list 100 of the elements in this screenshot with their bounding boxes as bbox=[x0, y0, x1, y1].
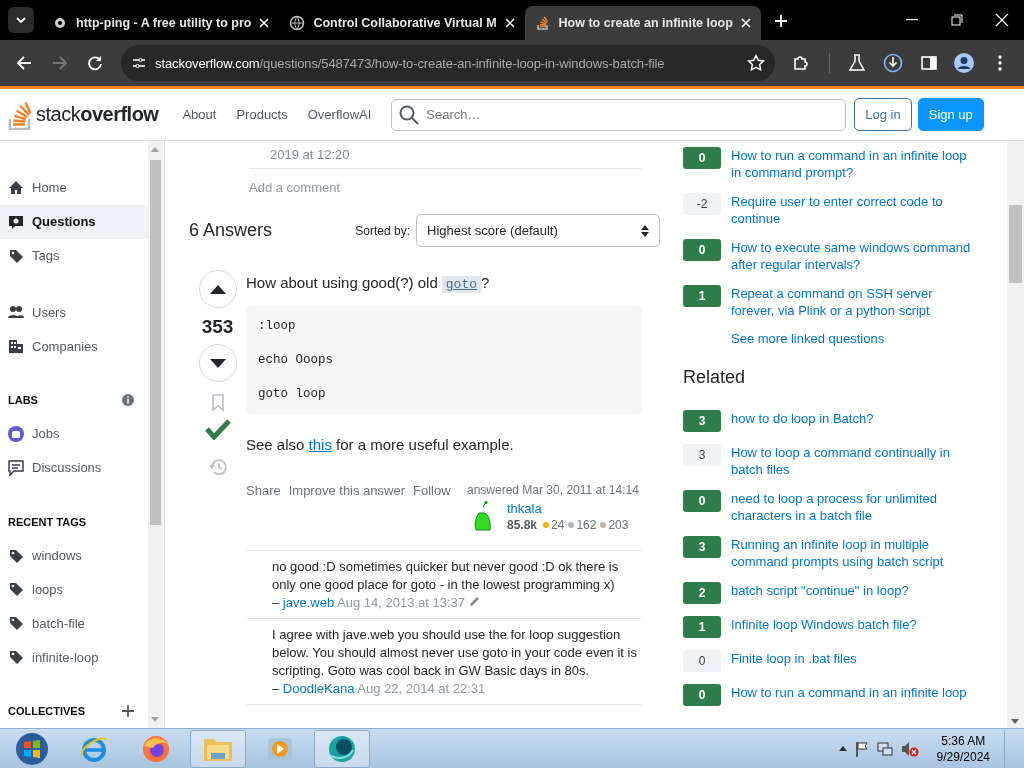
question-link[interactable]: need to loop a process for unlimited characters in a batch file bbox=[731, 490, 971, 524]
question-link[interactable]: Require user to enter correct code to continue bbox=[731, 193, 971, 227]
search-field[interactable]: Search… bbox=[391, 98, 847, 131]
minimize-icon bbox=[905, 19, 918, 21]
plus-icon[interactable] bbox=[122, 705, 134, 717]
show-hidden-icon[interactable] bbox=[838, 746, 847, 751]
question-link[interactable]: How to run a command in an infinite loop in command prompt? bbox=[731, 147, 971, 181]
sort-arrows-icon bbox=[641, 224, 649, 237]
browser-tab[interactable]: Control Collaborative Virtual M bbox=[279, 6, 525, 40]
comment-date: Aug 22, 2014 at 22:31 bbox=[357, 681, 486, 696]
inline-link[interactable]: this bbox=[308, 436, 332, 453]
sidebar-item[interactable]: Home bbox=[0, 171, 148, 205]
see-more-link[interactable]: See more linked questions bbox=[731, 331, 1007, 346]
logo-text[interactable]: stackoverflow bbox=[36, 103, 159, 126]
question-link[interactable]: Running an infinite loop in multiple command prompts using batch script bbox=[731, 536, 971, 570]
tab-search-button[interactable] bbox=[8, 7, 34, 33]
plus-icon bbox=[773, 14, 788, 28]
score-badge: 0 bbox=[683, 684, 721, 706]
add-comment-link[interactable]: Add a comment bbox=[249, 180, 341, 195]
section-heading: LABS bbox=[8, 394, 38, 407]
nav-link[interactable]: About bbox=[172, 101, 227, 128]
tag-icon bbox=[8, 547, 24, 564]
sidebar-item[interactable]: Questions bbox=[0, 204, 148, 239]
close-icon[interactable] bbox=[504, 18, 515, 28]
answer-text: How about using good(?) old goto ? bbox=[246, 273, 491, 293]
question-link[interactable]: Finite loop in .bat files bbox=[731, 650, 971, 672]
tag-icon bbox=[8, 615, 24, 632]
downvote-button[interactable] bbox=[198, 344, 237, 382]
user-link[interactable]: DoodleKana bbox=[282, 681, 355, 696]
score-badge: 0 bbox=[683, 490, 721, 512]
question-link[interactable]: How to run a command in an infinite loop bbox=[731, 684, 971, 706]
score-badge: 0 bbox=[683, 239, 721, 261]
user-link[interactable]: jave.web bbox=[282, 595, 335, 610]
tag-link[interactable]: loops bbox=[0, 572, 148, 607]
answer-text: See also this for a more useful example. bbox=[246, 435, 515, 455]
post-action-link[interactable]: Share bbox=[246, 483, 281, 498]
close-icon[interactable] bbox=[740, 18, 751, 28]
score-badge: 3 bbox=[683, 444, 721, 466]
site-info-icon[interactable] bbox=[131, 55, 148, 71]
badge-count: 162 bbox=[576, 518, 597, 532]
question-link[interactable]: Infinite loop Windows batch file? bbox=[731, 616, 971, 638]
sidebar-item[interactable]: Jobs bbox=[0, 417, 148, 451]
tag-icon bbox=[8, 247, 24, 264]
answered-date: answered Mar 30, 2011 at 14:14 bbox=[467, 483, 639, 497]
post-action-link[interactable]: Improve this answer bbox=[288, 483, 406, 498]
logo-icon bbox=[8, 99, 34, 130]
code-block: :loop echo Ooops goto loop bbox=[246, 306, 642, 414]
tag-link[interactable]: windows bbox=[0, 538, 148, 573]
question-link[interactable]: how to do loop in Batch? bbox=[731, 410, 971, 432]
log-in-button[interactable]: Log in bbox=[854, 98, 912, 131]
scroll-down-icon[interactable] bbox=[1011, 719, 1019, 724]
score-badge: 1 bbox=[683, 285, 721, 307]
score-badge: 0 bbox=[683, 650, 721, 672]
sidebar-item[interactable]: Discussions bbox=[0, 450, 148, 485]
muted-speaker-icon[interactable] bbox=[900, 740, 919, 757]
browser-tab[interactable]: http-ping - A free utility to pro bbox=[42, 6, 280, 40]
user-link[interactable]: thkala bbox=[507, 501, 629, 516]
upvote-button[interactable] bbox=[198, 270, 237, 308]
sign-up-button[interactable]: Sign up bbox=[917, 98, 984, 131]
sidebar-item[interactable]: Tags bbox=[0, 238, 148, 273]
comment-date: Aug 14, 2013 at 13:37 bbox=[337, 595, 466, 610]
sidebar-item[interactable]: Companies bbox=[0, 329, 148, 364]
tag-icon bbox=[8, 581, 24, 598]
home-icon bbox=[8, 179, 24, 196]
sidebar-item[interactable]: Users bbox=[0, 295, 148, 330]
app-icon[interactable] bbox=[314, 729, 370, 768]
reload-icon bbox=[87, 55, 104, 71]
question-link[interactable]: How to loop a command continually in batch files bbox=[731, 444, 971, 478]
users-icon bbox=[8, 304, 24, 321]
clock-time[interactable]: 5:36 AM bbox=[941, 732, 986, 749]
info-icon[interactable] bbox=[122, 394, 134, 407]
star-icon[interactable] bbox=[746, 54, 765, 72]
badge-count: 24 bbox=[551, 518, 565, 532]
score-badge: 1 bbox=[683, 616, 721, 638]
comment-text: no good :D sometimes quicker but never good :D ok there is only one good place for goto - in the lowest programming x) bbox=[272, 558, 620, 594]
down-arrow-icon bbox=[209, 358, 226, 368]
code-link[interactable]: goto bbox=[441, 276, 481, 293]
browser-tab[interactable]: How to create an infinite loop bbox=[524, 6, 761, 40]
post-action-link[interactable]: Follow bbox=[413, 483, 451, 498]
network-icon[interactable] bbox=[876, 740, 893, 757]
question-link[interactable]: batch script "continue" in loop? bbox=[731, 582, 971, 604]
score-badge: 0 bbox=[683, 147, 721, 169]
nav-link[interactable]: Products bbox=[226, 101, 298, 128]
close-icon[interactable] bbox=[259, 18, 270, 28]
tag-link[interactable]: batch-file bbox=[0, 606, 148, 641]
section-heading: COLLECTIVES bbox=[8, 705, 85, 717]
scrollbar-thumb[interactable] bbox=[1009, 205, 1022, 283]
scrollbar-thumb[interactable] bbox=[150, 160, 161, 525]
question-link[interactable]: How to execute same windows command after regular intervals? bbox=[731, 239, 971, 273]
address-bar[interactable]: stackoverflow.com/questions/5487473/how-to-create-an-infinite-loop-in-windows-batch-file bbox=[121, 45, 775, 81]
forward-arrow-icon bbox=[51, 55, 68, 71]
building-icon bbox=[8, 338, 24, 355]
question-icon bbox=[8, 213, 24, 230]
clock-date[interactable]: 9/29/2024 bbox=[936, 748, 990, 765]
question-link[interactable]: Repeat a command on SSH server forever, via Plink or a python script bbox=[731, 285, 971, 319]
sort-select[interactable]: Highest score (default) bbox=[416, 214, 660, 247]
flag-icon[interactable] bbox=[854, 740, 869, 757]
chat-icon bbox=[8, 459, 24, 476]
tag-link[interactable]: infinite-loop bbox=[0, 640, 148, 675]
nav-link[interactable]: OverflowAI bbox=[297, 101, 382, 128]
